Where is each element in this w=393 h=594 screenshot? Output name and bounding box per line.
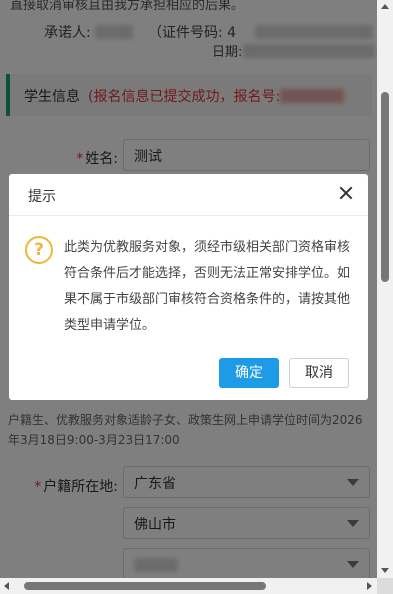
question-mark-icon: ?: [25, 236, 53, 264]
cancel-button[interactable]: 取消: [289, 358, 349, 388]
scroll-down-arrow-icon[interactable]: [381, 568, 389, 573]
scroll-right-arrow-icon[interactable]: [367, 582, 372, 590]
dialog-header: 提示: [9, 174, 368, 216]
close-icon[interactable]: [338, 185, 354, 201]
scroll-left-arrow-icon[interactable]: [4, 582, 9, 590]
scrollbar-corner: [377, 578, 393, 594]
confirm-button[interactable]: 确定: [219, 358, 279, 388]
horizontal-scrollbar[interactable]: [0, 578, 377, 594]
scroll-up-arrow-icon[interactable]: [381, 4, 389, 9]
prompt-dialog: 提示 ? 此类为优教服务对象，须经市级相关部门资格审核符合条件后才能选择，否则无…: [9, 174, 368, 400]
dialog-message: 此类为优教服务对象，须经市级相关部门资格审核符合条件后才能选择，否则无法正常安排…: [64, 240, 351, 333]
horizontal-scroll-thumb[interactable]: [24, 582, 266, 590]
vertical-scroll-thumb[interactable]: [381, 92, 389, 282]
dialog-title: 提示: [28, 189, 56, 205]
vertical-scrollbar[interactable]: [377, 0, 393, 578]
